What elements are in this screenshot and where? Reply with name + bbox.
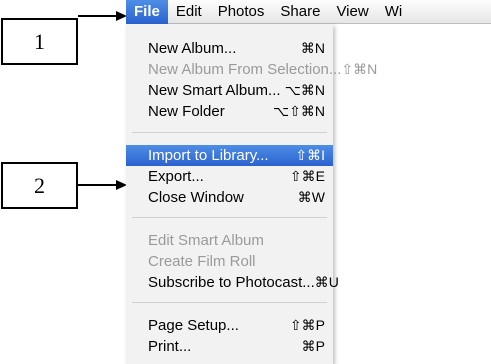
menu-item-shortcut: ⇧⌘P	[289, 317, 325, 333]
menu-item-edit-smart-album: Edit Smart Album	[126, 230, 333, 251]
menu-item-shortcut: ⌥⇧⌘N	[273, 103, 325, 119]
menubar-window[interactable]: Wi	[377, 0, 411, 24]
menu-item-export[interactable]: Export... ⇧⌘E	[126, 166, 333, 187]
menu-item-shortcut: ⇧⌘I	[295, 147, 325, 163]
file-menu: New Album... ⌘N New Album From Selection…	[126, 24, 377, 364]
menubar-share[interactable]: Share	[272, 0, 328, 24]
menubar-view[interactable]: View	[328, 0, 376, 24]
menu-item-shortcut: ⇧⌘E	[289, 168, 325, 184]
menu-item-shortcut: ⇧⌘N	[341, 61, 378, 77]
callout-number-2: 2	[34, 172, 45, 198]
menu-item-label: New Smart Album...	[148, 82, 281, 99]
menu-item-shortcut: ⌘U	[314, 274, 339, 290]
menu-item-shortcut: ⌘N	[300, 40, 325, 56]
callout-arrow-1	[78, 11, 127, 21]
menu-separator	[132, 217, 327, 218]
menu-item-label: Create Film Roll	[148, 253, 256, 270]
menu-item-label: Print...	[148, 338, 192, 355]
menubar-edit[interactable]: Edit	[168, 0, 210, 24]
menu-item-new-folder[interactable]: New Folder ⌥⇧⌘N	[126, 101, 333, 122]
menu-item-shortcut: ⌘P	[301, 338, 325, 354]
menu-bar: File Edit Photos Share View Wi	[126, 0, 491, 24]
callout-arrow-2	[78, 180, 127, 190]
menu-item-label: Page Setup...	[148, 317, 239, 334]
menu-separator	[132, 132, 327, 133]
menu-item-label: New Folder	[148, 103, 225, 120]
menu-item-page-setup[interactable]: Page Setup... ⇧⌘P	[126, 315, 333, 336]
menu-item-label: Close Window	[148, 189, 244, 206]
callout-box-1: 1	[1, 18, 78, 65]
menu-item-label: Import to Library...	[148, 147, 269, 164]
menu-item-new-album-from-selection: New Album From Selection... ⇧⌘N	[126, 59, 377, 80]
menubar-file[interactable]: File	[126, 0, 168, 24]
menu-item-shortcut: ⌥⌘N	[284, 82, 325, 98]
menu-item-label: New Album...	[148, 40, 237, 57]
menu-item-close-window[interactable]: Close Window ⌘W	[126, 187, 333, 208]
menu-item-create-film-roll: Create Film Roll	[126, 251, 333, 272]
menu-item-new-album[interactable]: New Album... ⌘N	[126, 38, 333, 59]
menu-separator	[132, 302, 327, 303]
menubar-photos[interactable]: Photos	[210, 0, 273, 24]
menu-item-import-to-library[interactable]: Import to Library... ⇧⌘I	[126, 145, 333, 166]
menu-item-label: New Album From Selection...	[148, 61, 342, 78]
menu-item-label: Subscribe to Photocast...	[148, 274, 315, 291]
menu-item-label: Export...	[148, 168, 204, 185]
menu-item-label: Edit Smart Album	[148, 232, 264, 249]
menu-item-print[interactable]: Print... ⌘P	[126, 336, 333, 357]
callout-number-1: 1	[34, 28, 45, 54]
menu-item-shortcut: ⌘W	[297, 189, 325, 205]
menu-item-subscribe-to-photocast[interactable]: Subscribe to Photocast... ⌘U	[126, 272, 339, 293]
menu-item-new-smart-album[interactable]: New Smart Album... ⌥⌘N	[126, 80, 333, 101]
callout-box-2: 2	[1, 162, 78, 209]
